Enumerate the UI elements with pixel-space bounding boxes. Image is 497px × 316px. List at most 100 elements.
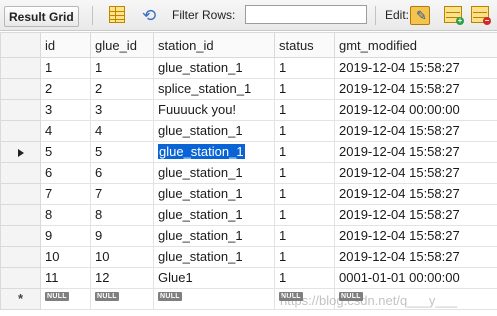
cell-gmt-modified[interactable]: 2019-12-04 15:58:27 — [334, 162, 497, 184]
table-row[interactable]: 7 7 glue_station_1 1 2019-12-04 15:58:27 — [0, 183, 497, 205]
row-gutter[interactable] — [0, 204, 41, 226]
cell-id[interactable]: 2 — [40, 78, 91, 100]
cell-station-id[interactable]: glue_station_1 — [153, 162, 275, 184]
cell-status[interactable]: 1 — [274, 267, 335, 289]
cell-id[interactable]: 3 — [40, 99, 91, 121]
row-gutter-new[interactable]: * — [0, 288, 41, 310]
cell-station-id[interactable]: splice_station_1 — [153, 78, 275, 100]
row-gutter[interactable] — [0, 162, 41, 184]
cell-station-id[interactable]: Glue1 — [153, 267, 275, 289]
column-header-status[interactable]: status — [274, 32, 335, 58]
table-row[interactable]: 1 1 glue_station_1 1 2019-12-04 15:58:27 — [0, 57, 497, 79]
add-row-icon[interactable]: + — [444, 6, 464, 25]
cell-glue-id[interactable]: 1 — [90, 57, 154, 79]
column-header-gmt-modified[interactable]: gmt_modified — [334, 32, 497, 58]
cell-station-id[interactable]: glue_station_1 — [153, 246, 275, 268]
cell-glue-id[interactable]: 8 — [90, 204, 154, 226]
cell-gmt-modified[interactable]: 2019-12-04 15:58:27 — [334, 120, 497, 142]
cell-gmt-modified[interactable]: 2019-12-04 15:58:27 — [334, 204, 497, 226]
form-grid-icon[interactable] — [109, 6, 125, 23]
cell-glue-id[interactable]: 6 — [90, 162, 154, 184]
column-header-station-id[interactable]: station_id — [153, 32, 275, 58]
table-row[interactable]: 8 8 glue_station_1 1 2019-12-04 15:58:27 — [0, 204, 497, 226]
cell-gmt-modified[interactable]: 2019-12-04 15:58:27 — [334, 246, 497, 268]
cell-glue-id[interactable]: 3 — [90, 99, 154, 121]
table-row-current[interactable]: 5 5 glue_station_1 1 2019-12-04 15:58:27 — [0, 141, 497, 163]
cell-id[interactable]: 4 — [40, 120, 91, 142]
refresh-icon[interactable]: ⟲ — [142, 7, 156, 24]
cell-status[interactable]: 1 — [274, 120, 335, 142]
cell-station-id[interactable]: glue_station_1 — [153, 204, 275, 226]
cell-gmt-modified[interactable]: 2019-12-04 15:58:27 — [334, 57, 497, 79]
row-gutter-current[interactable] — [0, 141, 41, 163]
cell-id[interactable]: 5 — [40, 141, 91, 163]
table-row[interactable]: 2 2 splice_station_1 1 2019-12-04 15:58:… — [0, 78, 497, 100]
cell-station-id-null[interactable]: NULL — [153, 288, 275, 310]
cell-station-id[interactable]: glue_station_1 — [153, 225, 275, 247]
row-gutter[interactable] — [0, 225, 41, 247]
row-gutter[interactable] — [0, 183, 41, 205]
cell-id[interactable]: 9 — [40, 225, 91, 247]
result-grid-table: id glue_id station_id status gmt_modifie… — [0, 32, 497, 310]
cell-gmt-modified[interactable]: 0001-01-01 00:00:00 — [334, 267, 497, 289]
row-gutter[interactable] — [0, 120, 41, 142]
table-row[interactable]: 4 4 glue_station_1 1 2019-12-04 15:58:27 — [0, 120, 497, 142]
cell-gmt-modified[interactable]: 2019-12-04 15:58:27 — [334, 183, 497, 205]
table-row[interactable]: 6 6 glue_station_1 1 2019-12-04 15:58:27 — [0, 162, 497, 184]
cell-gmt-modified[interactable]: 2019-12-04 15:58:27 — [334, 225, 497, 247]
header-row: id glue_id station_id status gmt_modifie… — [0, 32, 497, 58]
cell-status[interactable]: 1 — [274, 225, 335, 247]
cell-id[interactable]: 8 — [40, 204, 91, 226]
cell-station-id[interactable]: glue_station_1 — [153, 57, 275, 79]
cell-id[interactable]: 10 — [40, 246, 91, 268]
cell-glue-id[interactable]: 4 — [90, 120, 154, 142]
cell-status[interactable]: 1 — [274, 204, 335, 226]
cell-id[interactable]: 1 — [40, 57, 91, 79]
toolbar-divider — [92, 6, 93, 25]
table-row[interactable]: 10 10 glue_station_1 1 2019-12-04 15:58:… — [0, 246, 497, 268]
null-badge: NULL — [95, 292, 119, 301]
cell-status[interactable]: 1 — [274, 162, 335, 184]
result-grid-tab[interactable]: Result Grid — [4, 6, 79, 27]
delete-row-icon[interactable]: − — [471, 6, 491, 25]
cell-glue-id[interactable]: 5 — [90, 141, 154, 163]
cell-glue-id-null[interactable]: NULL — [90, 288, 154, 310]
cell-station-id-selected[interactable]: glue_station_1 — [153, 141, 275, 163]
null-badge: NULL — [158, 292, 182, 301]
cell-station-id[interactable]: glue_station_1 — [153, 183, 275, 205]
cell-glue-id[interactable]: 12 — [90, 267, 154, 289]
edit-pencil-icon[interactable]: ✎ — [410, 6, 430, 25]
table-row[interactable]: 11 12 Glue1 1 0001-01-01 00:00:00 — [0, 267, 497, 289]
cell-gmt-modified[interactable]: 2019-12-04 15:58:27 — [334, 78, 497, 100]
row-gutter[interactable] — [0, 246, 41, 268]
cell-glue-id[interactable]: 7 — [90, 183, 154, 205]
cell-id[interactable]: 6 — [40, 162, 91, 184]
cell-glue-id[interactable]: 2 — [90, 78, 154, 100]
cell-status[interactable]: 1 — [274, 183, 335, 205]
cell-status[interactable]: 1 — [274, 99, 335, 121]
cell-status[interactable]: 1 — [274, 78, 335, 100]
row-gutter[interactable] — [0, 99, 41, 121]
cell-id[interactable]: 7 — [40, 183, 91, 205]
row-gutter[interactable] — [0, 78, 41, 100]
cell-glue-id[interactable]: 9 — [90, 225, 154, 247]
cell-status[interactable]: 1 — [274, 57, 335, 79]
cell-gmt-modified[interactable]: 2019-12-04 15:58:27 — [334, 141, 497, 163]
column-header-glue-id[interactable]: glue_id — [90, 32, 154, 58]
filter-rows-input[interactable] — [245, 5, 367, 24]
selected-cell-text[interactable]: glue_station_1 — [158, 144, 245, 159]
cell-id[interactable]: 11 — [40, 267, 91, 289]
cell-station-id[interactable]: Fuuuuck you! — [153, 99, 275, 121]
row-gutter[interactable] — [0, 57, 41, 79]
result-toolbar: Result Grid ⟲ Filter Rows: Edit: ✎ + − — [0, 0, 497, 31]
column-header-id[interactable]: id — [40, 32, 91, 58]
cell-id-null[interactable]: NULL — [40, 288, 91, 310]
cell-glue-id[interactable]: 10 — [90, 246, 154, 268]
table-row[interactable]: 9 9 glue_station_1 1 2019-12-04 15:58:27 — [0, 225, 497, 247]
table-row[interactable]: 3 3 Fuuuuck you! 1 2019-12-04 00:00:00 — [0, 99, 497, 121]
cell-status[interactable]: 1 — [274, 141, 335, 163]
cell-gmt-modified[interactable]: 2019-12-04 00:00:00 — [334, 99, 497, 121]
cell-status[interactable]: 1 — [274, 246, 335, 268]
cell-station-id[interactable]: glue_station_1 — [153, 120, 275, 142]
row-gutter[interactable] — [0, 267, 41, 289]
